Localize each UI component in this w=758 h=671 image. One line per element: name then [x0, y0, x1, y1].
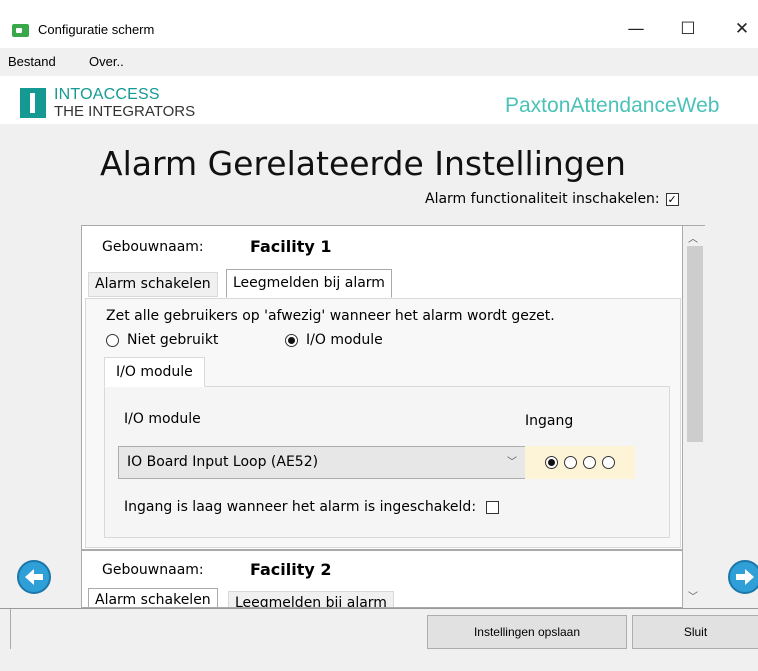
ingang-low-row: Ingang is laag wanneer het alarm is inge… [124, 499, 500, 515]
menu-bestand[interactable]: Bestand [8, 54, 56, 69]
ingang-radio-1[interactable] [545, 456, 558, 469]
app-name: PaxtonAttendanceWeb [505, 94, 720, 117]
title-bar: Configuratie scherm — ☐ ✕ [0, 0, 758, 48]
arrow-left-circle-icon[interactable] [17, 560, 51, 594]
building-name-label: Gebouwnaam: [102, 562, 204, 578]
scroll-up-icon[interactable]: ︿ [688, 230, 698, 245]
app-window-icon [12, 24, 29, 37]
io-module-panel: I/O module Ingang IO Board Input Loop (A… [104, 386, 670, 538]
facility-card: Gebouwnaam: Facility 2 Alarm schakelen L… [82, 551, 682, 607]
description-text: Zet alle gebruikers op 'afwezig' wanneer… [106, 308, 555, 324]
chevron-down-icon: ﹀ [507, 457, 517, 468]
logo-text-line1: INTOACCESS [54, 86, 160, 103]
intoaccess-logo-icon [20, 88, 46, 118]
ingang-low-label: Ingang is laag wanneer het alarm is inge… [124, 499, 477, 515]
logo-text-line2: THE INTEGRATORS [54, 103, 196, 120]
radio-io-module[interactable]: I/O module [285, 332, 383, 348]
arrow-right-circle-icon[interactable] [728, 560, 758, 594]
page-title: Alarm Gerelateerde Instellingen [100, 144, 626, 183]
ingang-low-checkbox[interactable] [486, 500, 500, 514]
tab-leegmelden-bij-alarm[interactable]: Leegmelden bij alarm [228, 591, 394, 607]
configuration-window: Configuratie scherm — ☐ ✕ Bestand Over..… [0, 0, 758, 671]
ingang-radio-3[interactable] [583, 456, 596, 469]
vertical-scrollbar[interactable]: ︿ ﹀ [683, 225, 705, 608]
enable-alarm-row: Alarm functionaliteit inschakelen: ✓ [425, 191, 679, 207]
radio-label: I/O module [306, 332, 383, 348]
ingang-radio-2[interactable] [564, 456, 577, 469]
ingang-selector [525, 446, 635, 479]
radio-niet-gebruikt[interactable]: Niet gebruikt [106, 332, 218, 348]
building-name: Facility 2 [250, 560, 332, 579]
io-module-selected-value: IO Board Input Loop (AE52) [127, 454, 319, 470]
footer-bar: Instellingen opslaan Sluit [0, 608, 758, 671]
building-name-label: Gebouwnaam: [102, 239, 204, 255]
ingang-label: Ingang [525, 413, 574, 429]
facility-card: Gebouwnaam: Facility 1 Alarm schakelen L… [82, 226, 682, 550]
facilities-list: Gebouwnaam: Facility 1 Alarm schakelen L… [81, 225, 683, 608]
scroll-down-icon[interactable]: ﹀ [688, 588, 698, 603]
tab-panel-leegmelden: Zet alle gebruikers op 'afwezig' wanneer… [85, 298, 681, 548]
radio-button[interactable] [106, 333, 119, 347]
tab-alarm-schakelen[interactable]: Alarm schakelen [88, 272, 218, 297]
maximize-button[interactable]: ☐ [668, 12, 708, 46]
app-header: INTOACCESS THE INTEGRATORS PaxtonAttenda… [0, 76, 758, 124]
minimize-button[interactable]: — [616, 12, 656, 46]
radio-label: Niet gebruikt [127, 332, 219, 348]
tab-leegmelden-bij-alarm[interactable]: Leegmelden bij alarm [226, 269, 392, 298]
main-content: Alarm Gerelateerde Instellingen Alarm fu… [0, 124, 758, 608]
tab-io-module[interactable]: I/O module [104, 357, 205, 387]
radio-button[interactable] [285, 333, 298, 347]
io-module-label: I/O module [124, 411, 201, 427]
ingang-radio-4[interactable] [602, 456, 615, 469]
footer-buttons: Instellingen opslaan Sluit [10, 609, 758, 649]
building-name: Facility 1 [250, 237, 332, 256]
save-settings-button[interactable]: Instellingen opslaan [427, 615, 627, 649]
scrollbar-thumb[interactable] [687, 246, 703, 442]
enable-alarm-label: Alarm functionaliteit inschakelen: [425, 191, 660, 207]
close-button[interactable]: Sluit [632, 615, 758, 649]
menu-bar: Bestand Over.. [0, 48, 758, 76]
menu-over[interactable]: Over.. [89, 54, 124, 69]
io-module-select[interactable]: IO Board Input Loop (AE52) ﹀ [118, 446, 528, 479]
enable-alarm-checkbox[interactable]: ✓ [665, 192, 679, 206]
window-title: Configuratie scherm [38, 22, 155, 37]
tab-alarm-schakelen[interactable]: Alarm schakelen [88, 588, 218, 607]
close-window-button[interactable]: ✕ [722, 12, 758, 46]
